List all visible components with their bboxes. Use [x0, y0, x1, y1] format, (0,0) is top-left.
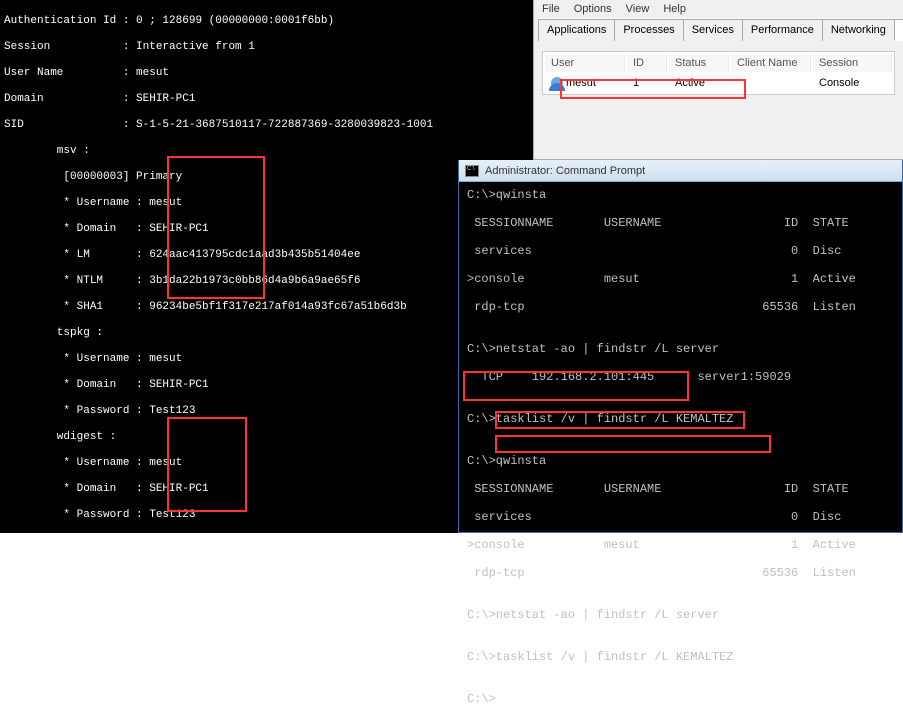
- msv-ntlm: * NTLM : 3b1da22b1973c0bb86d4a9b6a9ae65f…: [4, 275, 529, 288]
- cmd-output[interactable]: C:\>qwinsta SESSIONNAME USERNAME ID STAT…: [459, 182, 902, 712]
- tab-performance[interactable]: Performance: [742, 19, 823, 41]
- cmd-line: C:\>qwinsta: [467, 188, 894, 202]
- col-session[interactable]: Session: [813, 54, 892, 72]
- command-prompt-window: Administrator: Command Prompt C:\>qwinst…: [458, 160, 903, 533]
- cmd-line: C:\>netstat -ao | findstr /L server: [467, 342, 894, 356]
- tspkg-user: * Username : mesut: [4, 353, 529, 366]
- msv-domain: * Domain : SEHIR-PC1: [4, 223, 529, 236]
- col-client[interactable]: Client Name: [731, 54, 811, 72]
- cmd-titlebar[interactable]: Administrator: Command Prompt: [459, 160, 902, 182]
- tspkg-pass: * Password : Test123: [4, 405, 529, 418]
- wdigest-user: * Username : mesut: [4, 457, 529, 470]
- cmd-line: rdp-tcp 65536 Listen: [467, 566, 894, 580]
- user-val: mesut: [136, 67, 169, 79]
- col-user[interactable]: User: [545, 54, 625, 72]
- user-icon: [551, 77, 563, 89]
- menu-file[interactable]: File: [542, 3, 560, 15]
- wdigest-pass: * Password : Test123: [4, 509, 529, 522]
- domain-val: SEHIR-PC1: [136, 93, 195, 105]
- cmd-line: services 0 Disc: [467, 510, 894, 524]
- cmd-line: SESSIONNAME USERNAME ID STATE: [467, 216, 894, 230]
- cmd-line: >console mesut 1 Active: [467, 272, 894, 286]
- wdigest-header: wdigest :: [4, 431, 529, 444]
- cmd-line: SESSIONNAME USERNAME ID STATE: [467, 482, 894, 496]
- cell-client: [731, 74, 811, 92]
- menubar: File Options View Help: [534, 0, 903, 18]
- cmd-line: C:\>tasklist /v | findstr /L KEMALTEZ: [467, 412, 894, 426]
- col-status[interactable]: Status: [669, 54, 729, 72]
- cmd-line: C:\>qwinsta: [467, 454, 894, 468]
- tabs-row: Applications Processes Services Performa…: [538, 18, 899, 41]
- user-row[interactable]: mesut 1 Active Console: [545, 74, 892, 92]
- col-id[interactable]: ID: [627, 54, 667, 72]
- cmd-line: >console mesut 1 Active: [467, 538, 894, 552]
- wdigest-domain: * Domain : SEHIR-PC1: [4, 483, 529, 496]
- line: Domain : SEHIR-PC1: [4, 93, 529, 106]
- msv-primary: [00000003] Primary: [4, 171, 529, 184]
- sid-val: S-1-5-21-3687510117-722887369-3280039823…: [136, 119, 433, 131]
- cell-id: 1: [627, 74, 667, 92]
- line: User Name : mesut: [4, 67, 529, 80]
- cell-session: Console: [813, 74, 892, 92]
- cmd-line: rdp-tcp 65536 Listen: [467, 300, 894, 314]
- msv-user: * Username : mesut: [4, 197, 529, 210]
- cell-status: Active: [669, 74, 729, 92]
- line: Session : Interactive from 1: [4, 41, 529, 54]
- tab-networking[interactable]: Networking: [822, 19, 895, 41]
- cmd-title: Administrator: Command Prompt: [485, 165, 645, 177]
- tspkg-header: tspkg :: [4, 327, 529, 340]
- users-table: User ID Status Client Name Session mesut…: [542, 51, 895, 95]
- cmd-icon: [465, 165, 479, 177]
- line: SID : S-1-5-21-3687510117-722887369-3280…: [4, 119, 529, 132]
- mimikatz-output: Authentication Id : 0 ; 128699 (00000000…: [0, 0, 533, 533]
- tab-users[interactable]: Users: [894, 19, 903, 41]
- msv-sha1: * SHA1 : 96234be5bf1f317e217af014a93fc67…: [4, 301, 529, 314]
- task-manager-window: File Options View Help Applications Proc…: [533, 0, 903, 160]
- cell-user: mesut: [566, 77, 596, 89]
- cmd-line: C:\>tasklist /v | findstr /L KEMALTEZ: [467, 650, 894, 664]
- menu-view[interactable]: View: [626, 3, 650, 15]
- msv-lm: * LM : 624aac413795cdc1aad3b435b51404ee: [4, 249, 529, 262]
- tab-services[interactable]: Services: [683, 19, 743, 41]
- tab-processes[interactable]: Processes: [614, 19, 683, 41]
- menu-options[interactable]: Options: [574, 3, 612, 15]
- line: Authentication Id : 0 ; 128699 (00000000…: [4, 15, 529, 28]
- menu-help[interactable]: Help: [663, 3, 686, 15]
- session-val: Interactive from 1: [136, 41, 255, 53]
- cmd-line: C:\>: [467, 692, 894, 706]
- msv-header: msv :: [4, 145, 529, 158]
- cmd-line: TCP 192.168.2.101:445 server1:59029: [467, 370, 894, 384]
- tab-applications[interactable]: Applications: [538, 19, 615, 41]
- tspkg-domain: * Domain : SEHIR-PC1: [4, 379, 529, 392]
- cmd-line: services 0 Disc: [467, 244, 894, 258]
- auth-id: 0 ; 128699 (00000000:0001f6bb): [136, 15, 334, 27]
- cmd-line: C:\>netstat -ao | findstr /L server: [467, 608, 894, 622]
